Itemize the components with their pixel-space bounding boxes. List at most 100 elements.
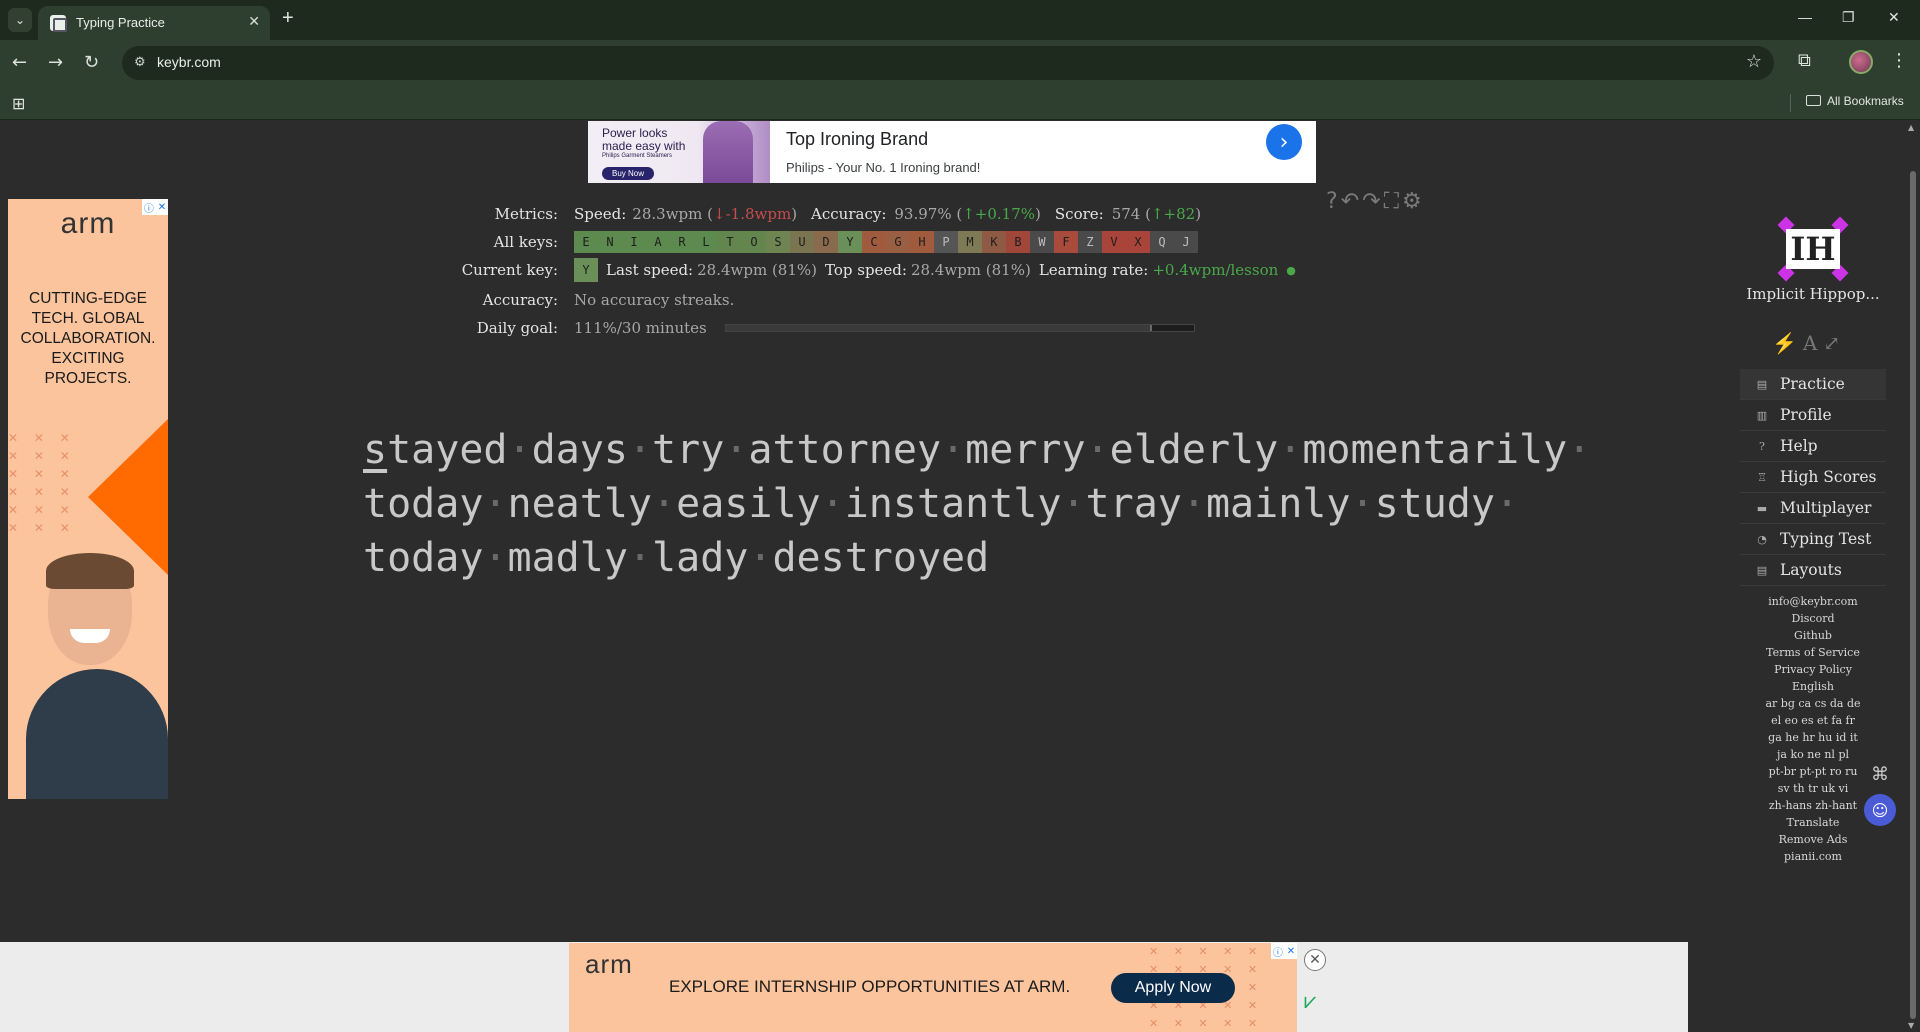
bottom-ad-close-button[interactable]: ✕ — [1304, 949, 1326, 971]
sidebar-item-multiplayer[interactable]: ▬ Multiplayer — [1740, 493, 1886, 524]
footer-link[interactable]: ja ko ne nl pl — [1740, 746, 1886, 763]
key-badge[interactable]: N — [598, 231, 622, 253]
key-badge[interactable]: D — [814, 231, 838, 253]
settings-gear-icon[interactable]: ⚙ — [1402, 189, 1425, 214]
forward-arrow-icon[interactable]: → — [48, 52, 63, 73]
key-badge[interactable]: I — [622, 231, 646, 253]
key-badge[interactable]: A — [646, 231, 670, 253]
footer-link[interactable]: Remove Ads — [1740, 831, 1886, 848]
profile-avatar[interactable] — [1849, 50, 1873, 74]
expand-icon[interactable]: ⤢ — [1823, 331, 1846, 355]
ad-buy-now-button[interactable]: Buy Now — [602, 167, 655, 180]
key-badge[interactable]: T — [718, 231, 742, 253]
sidebar-item-layouts[interactable]: ▤ Layouts — [1740, 555, 1886, 586]
menu-kebab-icon[interactable]: ⋮ — [1890, 50, 1908, 71]
discord-chat-button[interactable]: ☺ — [1864, 794, 1896, 826]
top-banner-ad[interactable]: Power looks made easy with Philips Garme… — [588, 121, 1316, 183]
practice-toolbar: ?↶↷⛶⚙ — [1326, 189, 1425, 214]
key-badge[interactable]: W — [1030, 231, 1054, 253]
key-badge[interactable]: J — [1174, 231, 1198, 253]
key-badge[interactable]: Z — [1078, 231, 1102, 253]
sidebar-item-help[interactable]: ? Help — [1740, 431, 1886, 462]
apps-grid-icon[interactable]: ⊞ — [12, 94, 25, 113]
restore-icon[interactable]: ❐ — [1842, 9, 1855, 26]
ad-choices-close[interactable]: ⓘ ✕ — [1271, 943, 1297, 959]
ad-headline[interactable]: Top Ironing Brand — [786, 129, 928, 150]
typing-text-area[interactable]: stayed·days·try·attorney·merry·elderly·m… — [363, 423, 1591, 585]
ad-brand-logo-icon[interactable]: ⩗ — [1304, 989, 1316, 1014]
fullscreen-icon[interactable]: ⛶ — [1384, 189, 1402, 214]
key-badge[interactable]: Y — [838, 231, 862, 253]
key-badge[interactable]: O — [742, 231, 766, 253]
learning-rate-value: +0.4wpm/lesson — [1152, 261, 1279, 279]
footer-link[interactable]: Discord — [1740, 610, 1886, 627]
reload-icon[interactable]: ↻ — [84, 52, 99, 73]
key-badge[interactable]: S — [766, 231, 790, 253]
tab-search-button[interactable]: ⌄ — [8, 8, 32, 32]
shortcuts-grid-button[interactable]: ⌘ — [1864, 758, 1896, 790]
footer-link[interactable]: pianii.com — [1740, 848, 1886, 865]
key-badge[interactable]: V — [1102, 231, 1126, 253]
tab-close-icon[interactable]: ✕ — [248, 14, 260, 30]
key-badge[interactable]: P — [934, 231, 958, 253]
key-badge[interactable]: C — [862, 231, 886, 253]
address-bar[interactable]: ⚙ keybr.com ☆ — [122, 46, 1774, 80]
user-avatar[interactable]: IH — [1777, 216, 1849, 282]
key-badge[interactable]: B — [1006, 231, 1030, 253]
scrollbar-thumb[interactable] — [1910, 171, 1916, 1019]
close-window-icon[interactable]: ✕ — [1888, 9, 1900, 26]
key-badge[interactable]: R — [670, 231, 694, 253]
new-tab-button[interactable]: + — [282, 7, 294, 30]
page-scrollbar[interactable]: ▲ ▼ — [1906, 121, 1920, 1032]
footer-link[interactable]: Translate — [1740, 814, 1886, 831]
typing-word: elderly — [1109, 427, 1279, 473]
current-key-badge[interactable]: Y — [574, 258, 598, 282]
scroll-down-icon[interactable]: ▼ — [1908, 1021, 1914, 1030]
bookmark-star-icon[interactable]: ☆ — [1746, 51, 1762, 72]
footer-link[interactable]: info@keybr.com — [1740, 593, 1886, 610]
browser-tab[interactable]: Typing Practice ✕ — [38, 6, 270, 40]
footer-link[interactable]: Github — [1740, 627, 1886, 644]
undo-icon[interactable]: ↶ — [1341, 189, 1362, 214]
key-badge[interactable]: M — [958, 231, 982, 253]
key-badge[interactable]: X — [1126, 231, 1150, 253]
footer-link[interactable]: English — [1740, 678, 1886, 695]
key-badge[interactable]: G — [886, 231, 910, 253]
left-ad-copy: CUTTING-EDGE TECH. GLOBAL COLLABORATION.… — [20, 290, 156, 387]
footer-link[interactable]: sv th tr uk vi — [1740, 780, 1886, 797]
ad-close-icon[interactable]: ✕ — [1287, 946, 1295, 957]
apply-now-button[interactable]: Apply Now — [1111, 973, 1235, 1003]
key-badge[interactable]: L — [694, 231, 718, 253]
left-skyscraper-ad[interactable]: ⓘ ✕ arm CUTTING-EDGE TECH. GLOBAL COLLABO… — [8, 199, 168, 799]
footer-link[interactable]: el eo es et fa fr — [1740, 712, 1886, 729]
site-info-icon[interactable]: ⚙ — [134, 55, 146, 70]
key-badge[interactable]: K — [982, 231, 1006, 253]
footer-link[interactable]: ga he hr hu id it — [1740, 729, 1886, 746]
minimize-icon[interactable]: — — [1798, 9, 1812, 25]
ad-image[interactable]: Power looks made easy with Philips Garme… — [588, 121, 770, 183]
ad-arrow-button[interactable]: › — [1266, 124, 1302, 160]
back-arrow-icon[interactable]: ← — [12, 52, 27, 73]
sidebar-item-practice[interactable]: ▤ Practice — [1740, 369, 1886, 400]
key-badge[interactable]: U — [790, 231, 814, 253]
key-badge[interactable]: F — [1054, 231, 1078, 253]
sidebar-item-profile[interactable]: ▥ Profile — [1740, 400, 1886, 431]
footer-link[interactable]: Terms of Service — [1740, 644, 1886, 661]
help-circle-icon[interactable]: ? — [1326, 189, 1341, 214]
key-badge[interactable]: H — [910, 231, 934, 253]
footer-link[interactable]: ar bg ca cs da de — [1740, 695, 1886, 712]
all-bookmarks-button[interactable]: All Bookmarks — [1806, 94, 1904, 108]
user-name[interactable]: Implicit Hippop... — [1740, 285, 1886, 303]
redo-icon[interactable]: ↷ — [1362, 189, 1383, 214]
magic-wand-icon[interactable]: ⚡ — [1772, 331, 1803, 355]
sidebar-item-high-scores[interactable]: ♖ High Scores — [1740, 462, 1886, 493]
bottom-banner-ad[interactable]: ✕ ✕ ✕ ✕ ✕✕ ✕ ✕ ✕ ✕✕ ✕ ✕ ✕ ✕✕ ✕ ✕ ✕ ✕✕ ✕ … — [569, 943, 1297, 1032]
scroll-up-icon[interactable]: ▲ — [1908, 123, 1914, 132]
key-badge[interactable]: Q — [1150, 231, 1174, 253]
key-badge[interactable]: E — [574, 231, 598, 253]
adchoices-icon[interactable]: ⓘ — [1273, 944, 1283, 959]
sidebar-item-typing-test[interactable]: ◔ Typing Test — [1740, 524, 1886, 555]
extensions-icon[interactable]: ⧉ — [1798, 50, 1811, 71]
font-size-icon[interactable]: A — [1803, 331, 1823, 355]
footer-link[interactable]: Privacy Policy — [1740, 661, 1886, 678]
